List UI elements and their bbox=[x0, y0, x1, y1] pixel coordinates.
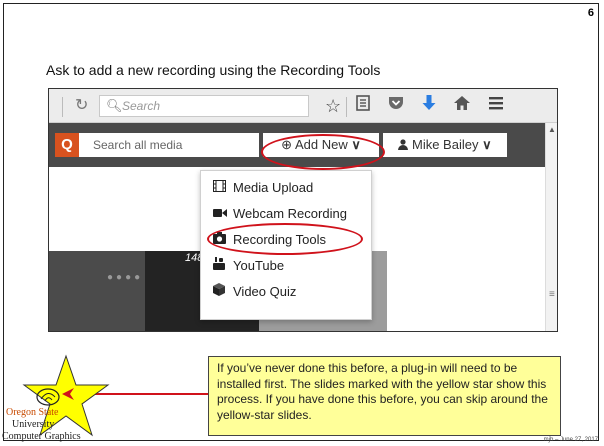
cube-icon bbox=[213, 280, 229, 304]
menu-item-label: Video Quiz bbox=[233, 284, 297, 299]
menu-item-media-upload[interactable]: Media Upload bbox=[213, 176, 313, 200]
pocket-icon[interactable] bbox=[387, 94, 405, 118]
search-media-icon[interactable]: Q bbox=[55, 133, 79, 157]
toolbar-divider bbox=[346, 97, 347, 117]
user-name-label: Mike Bailey bbox=[412, 137, 479, 152]
slide-heading: Ask to add a new recording using the Rec… bbox=[46, 62, 381, 78]
toolbar-divider bbox=[62, 97, 63, 117]
browser-search-input[interactable]: 🔍︎ Search bbox=[99, 95, 309, 117]
video-thumbnail[interactable] bbox=[49, 251, 145, 331]
user-menu-button[interactable]: Mike Bailey ∨ bbox=[383, 133, 507, 157]
download-icon[interactable] bbox=[421, 94, 437, 118]
browser-screenshot: ↻ 🔍︎ Search ☆ Q Search all media ⊕ Add N… bbox=[48, 88, 558, 332]
scroll-grip-icon[interactable]: ≡ bbox=[549, 289, 555, 300]
search-icon: 🔍︎ bbox=[106, 98, 123, 113]
star-icon[interactable]: ☆ bbox=[325, 94, 341, 118]
menu-item-youtube[interactable]: YouTube bbox=[213, 254, 284, 278]
slide-number: 6 bbox=[587, 7, 594, 19]
logo-line-computer-graphics: Computer Graphics bbox=[2, 431, 81, 442]
user-icon bbox=[398, 137, 412, 152]
browser-search-placeholder: Search bbox=[122, 99, 161, 113]
add-new-highlight-ring bbox=[261, 134, 385, 170]
slide-footer: mjb – June 27, 2017 bbox=[543, 437, 598, 443]
menu-item-label: YouTube bbox=[233, 258, 285, 273]
menu-item-label: Webcam Recording bbox=[233, 206, 347, 221]
carousel-dots[interactable]: ●●●● bbox=[107, 272, 143, 283]
reload-icon[interactable]: ↻ bbox=[75, 95, 88, 115]
home-icon[interactable] bbox=[453, 94, 471, 118]
logo-line-oregon: Oregon State bbox=[6, 407, 59, 418]
menu-item-video-quiz[interactable]: Video Quiz bbox=[213, 280, 296, 304]
logo-line-university: University bbox=[12, 419, 55, 430]
menu-item-label: Media Upload bbox=[233, 180, 314, 195]
page-scrollbar[interactable]: ▲ ≡ bbox=[545, 123, 557, 331]
info-callout: If you’ve never done this before, a plug… bbox=[208, 356, 561, 436]
menu-icon[interactable] bbox=[487, 94, 505, 118]
film-icon bbox=[213, 176, 229, 200]
scroll-up-arrow-icon[interactable]: ▲ bbox=[548, 125, 556, 134]
media-search-input[interactable]: Search all media bbox=[79, 133, 259, 157]
youtube-icon bbox=[213, 254, 229, 278]
reading-list-icon[interactable] bbox=[355, 94, 371, 118]
recording-tools-highlight-ring bbox=[207, 223, 363, 255]
browser-toolbar: ↻ 🔍︎ Search ☆ bbox=[49, 89, 557, 123]
arrowhead-icon bbox=[62, 388, 74, 400]
chevron-down-icon: ∨ bbox=[482, 137, 492, 152]
video-camera-icon bbox=[213, 202, 229, 226]
